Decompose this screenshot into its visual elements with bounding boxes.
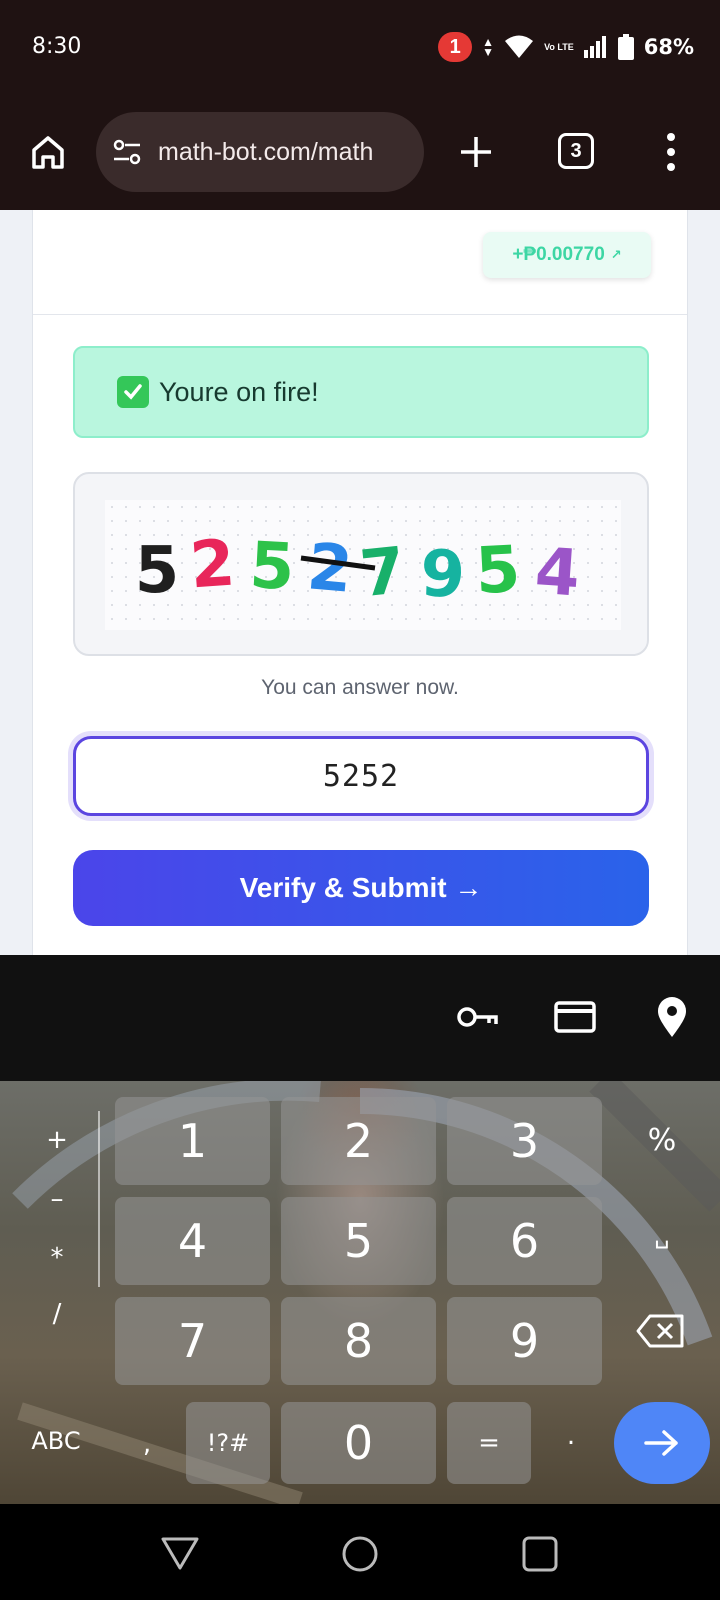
- data-activity-icon: ▲ ▼: [482, 35, 495, 59]
- notification-badge: 1: [438, 32, 473, 62]
- earning-amount: +₱0.00770: [512, 244, 605, 265]
- address-bar[interactable]: math-bot.com/math: [96, 112, 424, 192]
- symbols-key[interactable]: !?#: [186, 1402, 270, 1484]
- captcha-hint: You can answer now.: [261, 676, 459, 699]
- volte-icon: Vo LTE: [544, 41, 574, 52]
- home-nav-icon[interactable]: [340, 1534, 380, 1574]
- comma-key[interactable]: ,: [132, 1429, 162, 1459]
- keyboard-divider: [98, 1111, 100, 1287]
- status-bar: 8:30 1 ▲ ▼ Vo LTE 68%: [0, 0, 720, 96]
- more-options-icon[interactable]: [656, 130, 686, 174]
- tab-switcher-button[interactable]: 3: [558, 133, 594, 169]
- captcha-image: 52527954: [105, 500, 621, 630]
- digit-key-3[interactable]: 3: [447, 1097, 602, 1185]
- recents-icon[interactable]: [520, 1534, 560, 1574]
- digit-key-5[interactable]: 5: [281, 1197, 436, 1285]
- success-message: Youre on fire!: [159, 376, 319, 407]
- period-key[interactable]: .: [556, 1421, 586, 1451]
- key-icon[interactable]: [456, 995, 500, 1039]
- home-icon[interactable]: [28, 132, 68, 172]
- back-icon[interactable]: [160, 1534, 200, 1574]
- abc-key[interactable]: ABC: [20, 1427, 92, 1455]
- captcha-digit: 2: [188, 527, 238, 604]
- status-time: 8:30: [32, 34, 82, 59]
- check-icon: [117, 376, 149, 408]
- new-tab-icon[interactable]: [456, 132, 496, 172]
- numeric-keyboard: + – * / 1 2 3 4 5 6 7 8 9 % ␣ ABC , !?# …: [0, 1081, 720, 1504]
- trend-up-icon: ↗: [610, 247, 622, 262]
- wifi-icon: [505, 35, 534, 58]
- battery-percent: 68%: [643, 35, 694, 59]
- captcha-digits: 52527954: [135, 527, 583, 613]
- site-settings-icon[interactable]: [110, 135, 144, 169]
- captcha-digit: 2: [304, 530, 355, 608]
- backspace-icon[interactable]: [636, 1313, 686, 1349]
- captcha-digit: 5: [474, 533, 522, 609]
- captcha-digit: 7: [357, 534, 409, 612]
- space-key[interactable]: ␣: [640, 1221, 684, 1249]
- enter-key[interactable]: [614, 1402, 710, 1484]
- digit-key-0[interactable]: 0: [281, 1402, 436, 1484]
- quiz-card: +₱0.00770 ↗ Youre on fire! 52527954 You …: [32, 210, 688, 955]
- digit-key-4[interactable]: 4: [115, 1197, 270, 1285]
- credit-card-icon[interactable]: [553, 995, 597, 1039]
- location-pin-icon[interactable]: [650, 995, 694, 1039]
- web-content: +₱0.00770 ↗ Youre on fire! 52527954 You …: [0, 210, 720, 955]
- captcha-digit: 5: [248, 529, 296, 605]
- browser-toolbar: math-bot.com/math 3: [0, 96, 720, 210]
- keyboard-toolbar: [0, 955, 720, 1081]
- digit-key-7[interactable]: 7: [115, 1297, 270, 1385]
- divide-key[interactable]: /: [42, 1299, 72, 1329]
- signal-icon: [583, 36, 606, 58]
- success-alert: Youre on fire!: [73, 346, 649, 438]
- captcha-digit: 9: [419, 537, 466, 613]
- multiply-key[interactable]: *: [42, 1243, 72, 1273]
- captcha-box: 52527954: [73, 472, 649, 656]
- status-icons: 1 ▲ ▼ Vo LTE 68%: [438, 32, 694, 62]
- equals-key[interactable]: =: [447, 1402, 531, 1484]
- percent-key[interactable]: %: [640, 1123, 684, 1158]
- captcha-digit: 4: [533, 535, 583, 612]
- digit-key-9[interactable]: 9: [447, 1297, 602, 1385]
- url-text: math-bot.com/math: [158, 137, 374, 166]
- verify-submit-button[interactable]: Verify & Submit →: [73, 850, 649, 926]
- digit-key-1[interactable]: 1: [115, 1097, 270, 1185]
- captcha-digit: 5: [135, 534, 180, 608]
- digit-key-6[interactable]: 6: [447, 1197, 602, 1285]
- plus-key[interactable]: +: [42, 1125, 72, 1155]
- digit-key-8[interactable]: 8: [281, 1297, 436, 1385]
- answer-input[interactable]: [73, 736, 649, 816]
- arrow-right-icon: [644, 1430, 678, 1456]
- earning-badge: +₱0.00770 ↗: [483, 232, 651, 278]
- system-nav-bar: [0, 1504, 720, 1600]
- minus-key[interactable]: –: [42, 1184, 72, 1214]
- battery-icon: [617, 34, 634, 60]
- digit-key-2[interactable]: 2: [281, 1097, 436, 1185]
- divider: [33, 314, 687, 315]
